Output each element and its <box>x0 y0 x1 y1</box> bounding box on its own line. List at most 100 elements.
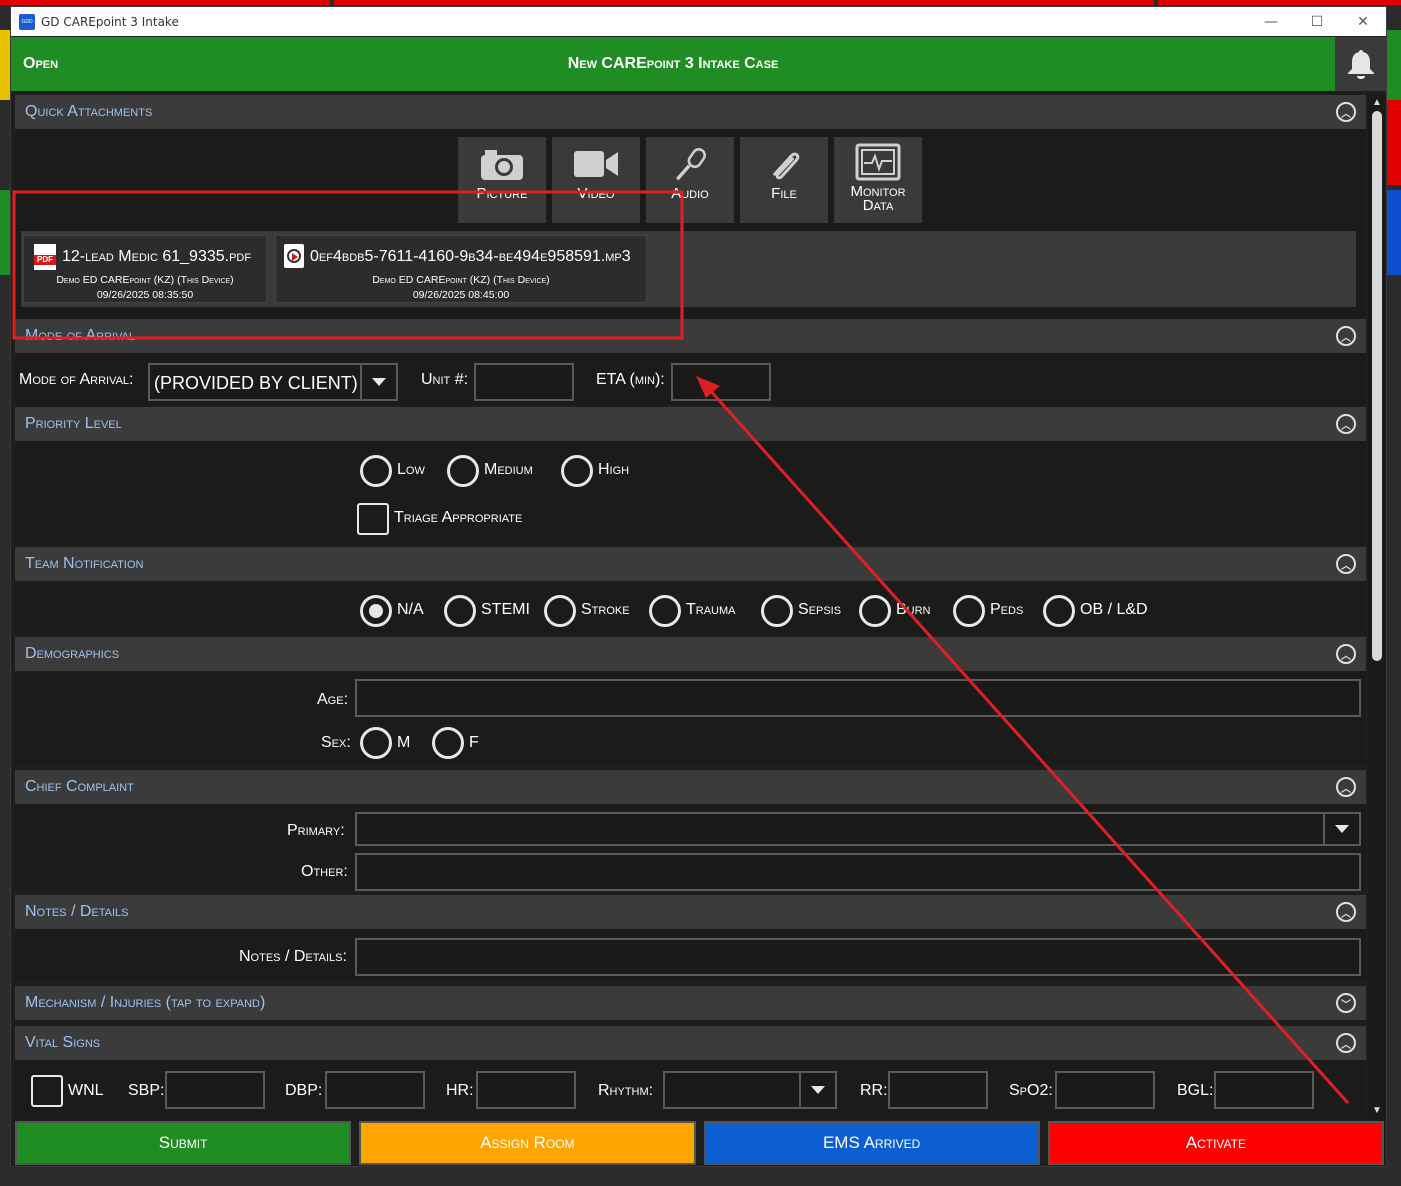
hr-label: HR: <box>446 1082 474 1099</box>
attach-picture-button[interactable]: Picture <box>458 137 546 223</box>
triage-appropriate-checkbox[interactable] <box>357 503 389 535</box>
chief-complaint-header[interactable]: Chief Complaint ︿ <box>15 770 1366 804</box>
spo2-input[interactable] <box>1055 1071 1155 1109</box>
team-na-radio[interactable] <box>360 595 392 627</box>
eta-input[interactable] <box>671 363 771 401</box>
priority-high-radio[interactable] <box>561 455 593 487</box>
collapse-icon[interactable]: ︿ <box>1336 644 1356 664</box>
hr-input[interactable] <box>476 1071 576 1109</box>
sex-m-radio[interactable] <box>360 727 392 759</box>
minimize-button[interactable]: — <box>1248 7 1294 36</box>
unit-number-input[interactable] <box>474 363 574 401</box>
form-scroll-area[interactable]: Quick Attachments ︿ Picture Video Audio … <box>15 95 1366 1119</box>
collapse-icon[interactable]: ︿ <box>1336 902 1356 922</box>
team-notification-header[interactable]: Team Notification ︿ <box>15 547 1366 581</box>
notes-section: Notes / Details ︿ Notes / Details: <box>15 895 1366 981</box>
priority-medium-radio[interactable] <box>447 455 479 487</box>
attach-label: Video <box>577 185 615 202</box>
scrollbar-thumb[interactable] <box>1372 111 1382 661</box>
spo2-label: SpO2: <box>1009 1082 1053 1099</box>
collapse-icon[interactable]: ︿ <box>1336 777 1356 797</box>
collapse-icon[interactable]: ︿ <box>1336 1033 1356 1053</box>
rr-input[interactable] <box>888 1071 988 1109</box>
chevron-down-icon[interactable] <box>799 1073 835 1107</box>
collapse-icon[interactable]: ︿ <box>1336 326 1356 346</box>
dbp-input[interactable] <box>325 1071 425 1109</box>
paperclip-icon <box>773 152 800 180</box>
submit-button[interactable]: Submit <box>15 1121 352 1165</box>
close-button[interactable]: ✕ <box>1340 7 1386 36</box>
file-name: 12-lead Medic 61_9335.pdf <box>62 248 252 265</box>
quick-attachments-header[interactable]: Quick Attachments ︿ <box>15 95 1366 129</box>
team-stroke-radio[interactable] <box>544 595 576 627</box>
bgl-input[interactable] <box>1214 1071 1314 1109</box>
priority-option-label: Low <box>397 461 425 478</box>
vital-signs-header[interactable]: Vital Signs ︿ <box>15 1026 1366 1060</box>
sex-f-radio[interactable] <box>432 727 464 759</box>
team-burn-radio[interactable] <box>859 595 891 627</box>
attached-file-card[interactable]: 0ef4bdb5-7611-4160-9b34-be494e958591.mp3… <box>275 235 647 303</box>
notes-input[interactable] <box>355 938 1361 976</box>
team-sepsis-radio[interactable] <box>761 595 793 627</box>
bell-icon <box>1347 50 1374 79</box>
scroll-up-icon[interactable]: ▲ <box>1371 97 1383 109</box>
chief-complaint-section: Chief Complaint ︿ Primary: Other: <box>15 770 1366 891</box>
notes-header[interactable]: Notes / Details ︿ <box>15 895 1366 929</box>
collapse-icon[interactable]: ︿ <box>1336 414 1356 434</box>
other-complaint-input[interactable] <box>355 853 1361 891</box>
attach-audio-button[interactable]: Audio <box>646 137 734 223</box>
video-camera-icon <box>574 151 618 177</box>
sex-option-label: F <box>469 734 479 751</box>
team-option-label: Stroke <box>581 601 630 618</box>
team-peds-radio[interactable] <box>953 595 985 627</box>
ems-arrived-button[interactable]: EMS Arrived <box>703 1121 1040 1165</box>
wnl-checkbox[interactable] <box>31 1075 63 1107</box>
file-source: Demo ED CAREpoint (KZ) (This Device) <box>56 274 234 286</box>
chevron-down-icon[interactable] <box>360 365 396 399</box>
mode-of-arrival-header[interactable]: Mode of Arrival ︿ <box>15 319 1366 353</box>
demographics-header[interactable]: Demographics ︿ <box>15 637 1366 671</box>
collapse-icon[interactable]: ︿ <box>1336 554 1356 574</box>
chevron-down-icon[interactable] <box>1323 814 1359 844</box>
window-title: GD CAREpoint 3 Intake <box>41 14 179 29</box>
background-app-strip <box>1387 190 1401 275</box>
age-input[interactable] <box>355 679 1361 717</box>
team-ob-ld-radio[interactable] <box>1043 595 1075 627</box>
activate-button[interactable]: Activate <box>1047 1121 1384 1165</box>
case-title: New CAREpoint 3 Intake Case <box>567 55 779 72</box>
attach-video-button[interactable]: Video <box>552 137 640 223</box>
attach-monitor-data-button[interactable]: Monitor Data <box>834 137 922 223</box>
team-option-label: STEMI <box>481 601 530 618</box>
team-trauma-radio[interactable] <box>649 595 681 627</box>
team-stemi-radio[interactable] <box>444 595 476 627</box>
sbp-input[interactable] <box>165 1071 265 1109</box>
unit-number-label: Unit #: <box>421 371 469 388</box>
notifications-button[interactable] <box>1335 37 1386 91</box>
team-option-label: Peds <box>990 601 1024 618</box>
vital-signs-section: Vital Signs ︿ WNL SBP: DBP: HR: Rhythm: … <box>15 1026 1366 1119</box>
attached-file-card[interactable]: PDF 12-lead Medic 61_9335.pdf Demo ED CA… <box>23 235 267 303</box>
attach-file-button[interactable]: File <box>740 137 828 223</box>
section-title: Team Notification <box>25 555 144 572</box>
expand-icon[interactable]: ﹀ <box>1336 993 1356 1013</box>
age-label: Age: <box>317 691 349 708</box>
dbp-label: DBP: <box>285 1082 323 1099</box>
maximize-button[interactable]: ☐ <box>1294 7 1340 36</box>
priority-level-header[interactable]: Priority Level ︿ <box>15 407 1366 441</box>
collapse-icon[interactable]: ︿ <box>1336 102 1356 122</box>
assign-room-button[interactable]: Assign Room <box>359 1121 696 1165</box>
section-title: Priority Level <box>25 415 122 432</box>
mechanism-header[interactable]: Mechanism / Injuries (tap to expand) ﹀ <box>15 986 1366 1020</box>
primary-complaint-select[interactable] <box>355 812 1361 846</box>
mode-of-arrival-select[interactable]: (PROVIDED BY CLIENT) <box>148 363 398 401</box>
file-name: 0ef4bdb5-7611-4160-9b34-be494e958591.mp3 <box>310 248 631 265</box>
scroll-down-icon[interactable]: ▼ <box>1371 1105 1383 1117</box>
team-option-label: N/A <box>397 601 424 618</box>
vertical-scrollbar[interactable]: ▲ ▼ <box>1368 95 1386 1119</box>
audio-file-icon <box>284 244 304 268</box>
rhythm-select[interactable] <box>663 1071 837 1109</box>
other-complaint-label: Other: <box>301 863 348 880</box>
priority-low-radio[interactable] <box>360 455 392 487</box>
mode-of-arrival-value: (PROVIDED BY CLIENT) <box>154 373 358 393</box>
team-notification-section: Team Notification ︿ N/A STEMI Stroke Tra… <box>15 547 1366 635</box>
